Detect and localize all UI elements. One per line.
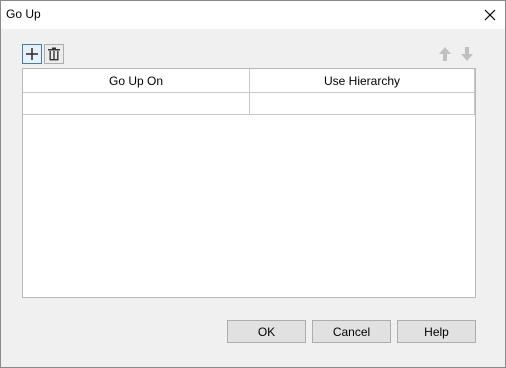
- close-icon: [484, 9, 496, 21]
- delete-button[interactable]: [44, 44, 64, 64]
- add-button[interactable]: [22, 44, 42, 64]
- close-button[interactable]: [475, 1, 505, 29]
- table-row[interactable]: [23, 93, 475, 115]
- column-header-use-hierarchy[interactable]: Use Hierarchy: [250, 69, 475, 92]
- cancel-button[interactable]: Cancel: [312, 320, 391, 343]
- use-hierarchy-cell[interactable]: [250, 93, 475, 114]
- go-up-on-cell[interactable]: [23, 93, 250, 114]
- move-up-button[interactable]: [435, 44, 455, 64]
- trash-icon: [48, 47, 60, 61]
- dialog-title: Go Up: [6, 7, 41, 21]
- go-up-dialog: Go Up Go Up On Use Hierarchy OK Cancel H…: [0, 0, 506, 368]
- column-header-go-up-on[interactable]: Go Up On: [23, 69, 250, 92]
- arrow-up-icon: [439, 47, 451, 61]
- help-button[interactable]: Help: [397, 320, 476, 343]
- ok-button[interactable]: OK: [227, 320, 306, 343]
- go-up-table[interactable]: Go Up On Use Hierarchy: [22, 68, 476, 298]
- arrow-down-icon: [461, 47, 473, 61]
- table-header: Go Up On Use Hierarchy: [23, 69, 475, 93]
- move-down-button[interactable]: [457, 44, 477, 64]
- title-bar: Go Up: [1, 1, 505, 29]
- plus-icon: [26, 48, 38, 60]
